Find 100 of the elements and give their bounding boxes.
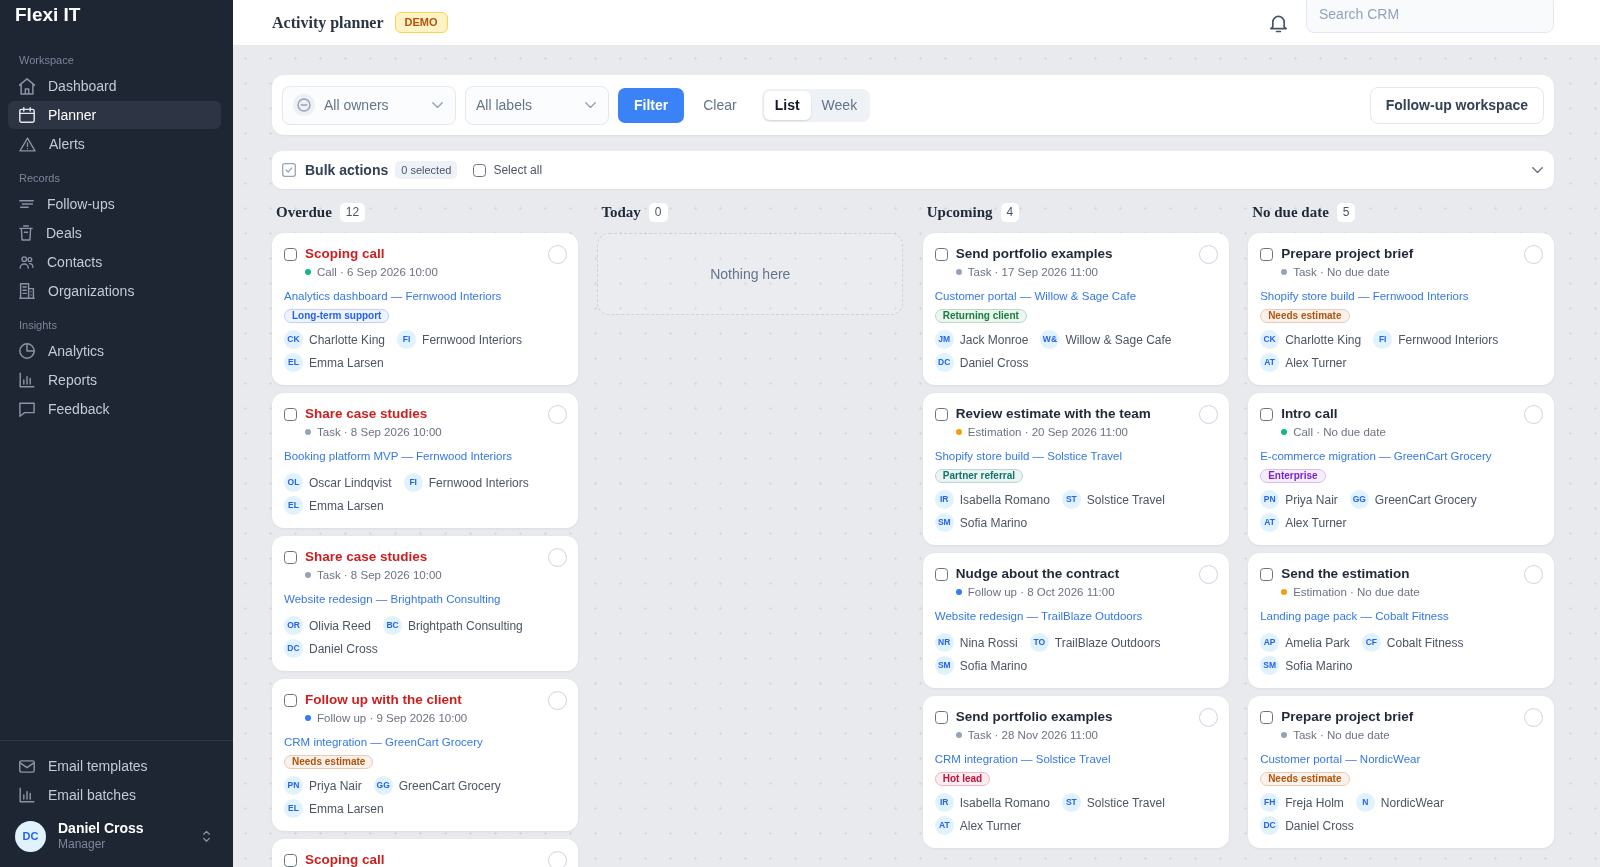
person-name: Oscar Lindqvist [309, 474, 392, 492]
owner-select[interactable]: All owners [282, 85, 456, 125]
initials-avatar: SM [934, 513, 954, 532]
complete-toggle[interactable] [1198, 564, 1218, 584]
project-link[interactable]: Customer portal — NordicWear [1260, 750, 1421, 768]
workspace-button[interactable]: Follow-up workspace [1369, 86, 1544, 124]
person-name: Isabella Romano [959, 794, 1050, 812]
person-name: Freja Holm [1285, 794, 1344, 812]
task-title: Review estimate with the team [955, 405, 1151, 423]
clear-button[interactable]: Clear [694, 87, 746, 123]
person-name: Solstice Travel [1086, 794, 1165, 812]
task-checkbox[interactable] [1260, 247, 1274, 261]
project-link[interactable]: Booking platform MVP — Fernwood Interiors [284, 447, 512, 465]
task-checkbox[interactable] [284, 853, 297, 867]
label-select[interactable]: All labels [465, 85, 609, 125]
calendar-icon [19, 107, 35, 123]
task-checkbox[interactable] [934, 247, 948, 261]
task-title: Send the estimation [1281, 565, 1410, 583]
person-name: Fernwood Interiors [1398, 331, 1499, 349]
task-checkbox[interactable] [284, 407, 297, 421]
project-link[interactable]: Landing page pack — Cobalt Fitness [1260, 607, 1449, 625]
bin-icon [19, 225, 33, 241]
filter-button[interactable]: Filter [618, 87, 685, 123]
user-avatar: DC [15, 820, 46, 852]
search-field[interactable]: Search CRM [1306, 0, 1554, 33]
chevron-down-icon[interactable] [1532, 166, 1543, 174]
project-link[interactable]: Analytics dashboard — Fernwood Interiors [284, 287, 502, 305]
task-title: Nudge about the contract [955, 565, 1120, 583]
nav-item[interactable]: Deals [8, 219, 221, 247]
complete-toggle[interactable] [547, 690, 567, 710]
task-title: Share case studies [305, 405, 428, 423]
task-checkbox[interactable] [1260, 710, 1274, 724]
complete-toggle[interactable] [1198, 244, 1218, 264]
complete-toggle[interactable] [1198, 707, 1218, 727]
initials-avatar: DC [284, 639, 303, 658]
initials-avatar: EL [284, 496, 303, 515]
project-link[interactable]: Website redesign — Brightpath Consulting [284, 590, 501, 608]
project-link[interactable]: E-commerce migration — GreenCart Grocery [1260, 447, 1492, 465]
complete-toggle[interactable] [547, 547, 567, 567]
task-checkbox[interactable] [284, 247, 297, 261]
nav-item[interactable]: Follow-ups [8, 190, 221, 218]
initials-avatar: DC [934, 353, 954, 372]
warning-icon [19, 136, 36, 152]
task-checkbox[interactable] [1260, 407, 1274, 421]
initials-avatar: CK [1260, 330, 1280, 349]
complete-toggle[interactable] [1524, 707, 1543, 727]
user-name: Daniel Cross [58, 820, 144, 837]
person-name: Alex Turner [959, 817, 1022, 835]
person-name: Emma Larsen [309, 354, 384, 372]
nav-item[interactable]: Analytics [8, 337, 221, 365]
complete-toggle[interactable] [1524, 244, 1543, 264]
nav-item[interactable]: Email batches [8, 781, 221, 809]
label-tag: Needs estimate [1260, 309, 1350, 323]
project-link[interactable]: CRM integration — GreenCart Grocery [284, 733, 483, 751]
project-link[interactable]: CRM integration — Solstice Travel [934, 750, 1111, 768]
task-meta: Task · No due date [1293, 265, 1390, 280]
initials-avatar: IR [934, 490, 954, 509]
select-all-checkbox[interactable] [473, 163, 487, 177]
initials-avatar: CF [1361, 633, 1381, 652]
task-checkbox[interactable] [934, 710, 948, 724]
task-meta: Estimation · No due date [1293, 585, 1420, 600]
count-badge: 0 [648, 203, 668, 222]
view-tab[interactable]: Week [810, 90, 869, 120]
project-link[interactable]: Customer portal — Willow & Sage Cafe [934, 287, 1137, 305]
nav-item[interactable]: Email templates [8, 752, 221, 780]
task-checkbox[interactable] [284, 550, 297, 564]
task-checkbox[interactable] [934, 407, 948, 421]
initials-avatar: OR [284, 616, 303, 635]
initials-avatar: FI [403, 473, 423, 492]
complete-toggle[interactable] [1198, 404, 1218, 424]
chevron-down-icon [432, 101, 443, 109]
task-title: Scoping call [305, 245, 385, 263]
project-link[interactable]: Shopify store build — Solstice Travel [934, 447, 1123, 465]
complete-toggle[interactable] [1524, 404, 1543, 424]
project-link[interactable]: Shopify store build — Fernwood Interiors [1260, 287, 1469, 305]
task-checkbox[interactable] [1260, 567, 1274, 581]
task-checkbox[interactable] [284, 693, 297, 707]
nav-item[interactable]: Reports [8, 366, 221, 394]
nav-item[interactable]: Feedback [8, 395, 221, 423]
nav-item[interactable]: Dashboard [8, 72, 221, 100]
project-link[interactable]: Website redesign — TrailBlaze Outdoors [934, 607, 1143, 625]
view-tab[interactable]: List [763, 90, 811, 120]
chevron-up-down-icon[interactable] [203, 829, 210, 843]
person-name: Daniel Cross [1285, 817, 1354, 835]
nav-item[interactable]: Contacts [8, 248, 221, 276]
nav-item[interactable]: Planner [8, 101, 221, 129]
complete-toggle[interactable] [1524, 564, 1543, 584]
complete-toggle[interactable] [547, 850, 567, 867]
initials-avatar: EL [284, 799, 303, 818]
nav-item[interactable]: Organizations [8, 277, 221, 305]
initials-avatar: BC [383, 616, 403, 635]
complete-toggle[interactable] [547, 244, 567, 264]
select-all-label: Select all [493, 162, 543, 179]
nav-item[interactable]: Alerts [8, 130, 221, 158]
initials-avatar: EL [284, 353, 303, 372]
complete-toggle[interactable] [547, 404, 567, 424]
task-checkbox[interactable] [934, 567, 948, 581]
task-title: Send portfolio examples [955, 245, 1113, 263]
person-name: Daniel Cross [309, 640, 378, 658]
initials-avatar: CK [284, 330, 303, 349]
